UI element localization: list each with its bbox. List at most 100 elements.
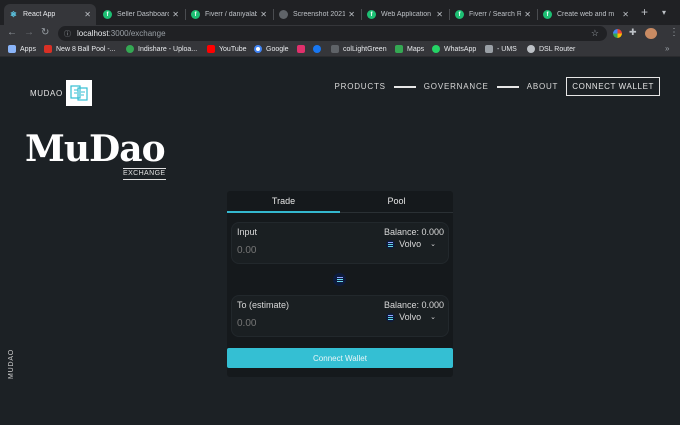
close-tab-icon[interactable]: ✕ <box>436 10 443 19</box>
nav-products[interactable]: PRODUCTS <box>334 82 385 91</box>
tab-title: Fiverr / Search Re <box>469 11 522 18</box>
fiverr-icon: f <box>191 10 200 19</box>
bookmark-maps[interactable]: Maps <box>395 45 424 53</box>
indishare-icon <box>126 45 134 53</box>
bookmark-dsl-router[interactable]: DSL Router <box>527 45 575 53</box>
bookmark-instagram[interactable] <box>297 45 309 53</box>
bookmark-label: Maps <box>407 45 425 53</box>
nav-divider <box>496 85 519 88</box>
new-tab-button[interactable]: + <box>641 6 648 18</box>
output-token-select[interactable]: Volvo ⌄ <box>386 312 436 322</box>
bookmark-facebook[interactable] <box>313 45 325 53</box>
side-label: MUDAO <box>8 348 15 379</box>
browser-tab-seller-dashboard[interactable]: f Seller Dashboard ✕ <box>98 4 184 25</box>
input-label: Input <box>237 227 258 237</box>
fiverr-icon: f <box>103 10 112 19</box>
nav-governance[interactable]: GOVERNANCE <box>424 82 489 91</box>
forward-arrow-icon[interactable]: → <box>24 27 34 39</box>
ums-icon <box>485 45 493 53</box>
fiverr-icon: f <box>367 10 376 19</box>
url-host: localhost <box>77 29 109 38</box>
tab-trade[interactable]: Trade <box>227 191 340 213</box>
bookmark-apps[interactable]: Apps <box>8 45 36 53</box>
browser-tab-web-application[interactable]: f Web Application S ✕ <box>362 4 448 25</box>
output-balance: Balance: 0.000 <box>383 300 444 310</box>
input-amount-field[interactable] <box>237 245 347 256</box>
bookmark-google[interactable]: Google <box>254 45 289 53</box>
brand[interactable]: MUDAO <box>30 80 92 106</box>
header-connect-wallet-button[interactable]: CONNECT WALLET <box>566 77 660 96</box>
bookmark-indishare[interactable]: Indishare - Uploa... <box>126 45 197 53</box>
tab-search-icon[interactable]: ▾ <box>662 8 666 17</box>
token-name: Volvo <box>399 312 422 322</box>
address-bar[interactable]: ⓘ localhost:3000/exchange ☆ <box>58 26 607 41</box>
exchange-tabs: Trade Pool <box>227 191 453 213</box>
fiverr-icon: f <box>543 10 552 19</box>
input-token-select[interactable]: Volvo ⌄ <box>386 239 436 249</box>
bookmark-star-icon[interactable]: ☆ <box>591 28 599 39</box>
info-icon[interactable]: ⓘ <box>64 29 71 39</box>
bookmark-label: WhatsApp <box>444 45 477 53</box>
reload-icon[interactable]: ↻ <box>41 27 49 39</box>
browser-toolbar: ← → ↻ ⓘ localhost:3000/exchange ☆ ✚ ⋮ <box>0 25 680 42</box>
bookmark-label: New 8 Ball Pool -... <box>56 45 116 53</box>
bookmark-8-ball-pool[interactable]: New 8 Ball Pool -... <box>44 45 116 53</box>
chevron-down-icon: ⌄ <box>430 314 436 321</box>
browser-tab-fiverr-daniyalabe[interactable]: f Fiverr / daniyalabe ✕ <box>186 4 272 25</box>
bookmark-label: Indishare - Uploa... <box>138 45 198 53</box>
bookmarks-bar: Apps New 8 Ball Pool -... Indishare - Up… <box>0 42 680 57</box>
output-label: To (estimate) <box>237 300 290 310</box>
facebook-icon <box>313 45 321 53</box>
close-tab-icon[interactable]: ✕ <box>84 10 91 19</box>
bookmark-label: Apps <box>20 45 36 53</box>
more-menu-icon[interactable]: ⋮ <box>669 27 679 39</box>
tab-title: Web Application S <box>381 11 434 18</box>
react-icon: ⚛ <box>9 10 18 19</box>
bookmark-label: Google <box>266 45 289 53</box>
avatar[interactable] <box>645 28 657 39</box>
hero-title: MuDao <box>25 128 166 170</box>
hero-subtitle: EXCHANGE <box>123 168 166 180</box>
back-arrow-icon[interactable]: ← <box>7 27 17 39</box>
output-amount-field[interactable] <box>237 318 347 329</box>
globe-icon <box>527 45 535 53</box>
bookmarks-overflow-icon[interactable]: » <box>665 44 669 53</box>
bookmark-whatsapp[interactable]: WhatsApp <box>432 45 476 53</box>
token-name: Volvo <box>399 239 422 249</box>
close-tab-icon[interactable]: ✕ <box>524 10 531 19</box>
page: MUDAO PRODUCTS GOVERNANCE ABOUT CONNECT … <box>0 58 680 425</box>
maps-pin-icon <box>395 45 403 53</box>
nav-divider <box>393 85 416 88</box>
bookmark-label: - UMS <box>497 45 517 53</box>
google-icon <box>254 45 262 53</box>
active-tab-indicator <box>227 211 340 213</box>
close-tab-icon[interactable]: ✕ <box>172 10 179 19</box>
close-tab-icon[interactable]: ✕ <box>348 10 355 19</box>
close-tab-icon[interactable]: ✕ <box>260 10 267 19</box>
nav-about[interactable]: ABOUT <box>527 82 559 91</box>
screen: ⚛ React App ✕ f Seller Dashboard ✕ f Fiv… <box>0 0 680 425</box>
browser-tab-fiverr-search[interactable]: f Fiverr / Search Re ✕ <box>450 4 536 25</box>
bookmark-collightgreen[interactable]: colLightGreen <box>331 45 387 53</box>
browser-tab-create-web[interactable]: f Create web and m ✕ <box>538 4 634 25</box>
input-panel: Input Balance: 0.000 Volvo ⌄ <box>231 222 449 264</box>
bookmark-youtube[interactable]: YouTube <box>207 45 247 53</box>
bookmark-label: colLightGreen <box>343 45 387 53</box>
extension-icon[interactable] <box>613 29 622 38</box>
close-tab-icon[interactable]: ✕ <box>622 10 629 19</box>
apps-grid-icon <box>8 45 16 53</box>
output-panel: To (estimate) Balance: 0.000 Volvo ⌄ <box>231 295 449 337</box>
puzzle-icon[interactable]: ✚ <box>629 27 638 37</box>
browser-tab-screenshot[interactable]: Screenshot 2021- ✕ <box>274 4 360 25</box>
globe-icon <box>279 10 288 19</box>
swap-direction-icon[interactable] <box>333 273 346 286</box>
main-nav: PRODUCTS GOVERNANCE ABOUT CONNECT WALLET <box>334 77 660 96</box>
connect-wallet-button[interactable]: Connect Wallet <box>227 348 453 368</box>
tab-pool[interactable]: Pool <box>340 191 453 213</box>
chevron-down-icon: ⌄ <box>430 241 436 248</box>
bookmark-ums[interactable]: - UMS <box>485 45 517 53</box>
exchange-card: Trade Pool Input Balance: 0.000 Volvo ⌄ … <box>227 191 453 377</box>
code-icon <box>331 45 339 53</box>
youtube-icon <box>207 45 215 53</box>
browser-tab-react-app[interactable]: ⚛ React App ✕ <box>4 4 96 25</box>
